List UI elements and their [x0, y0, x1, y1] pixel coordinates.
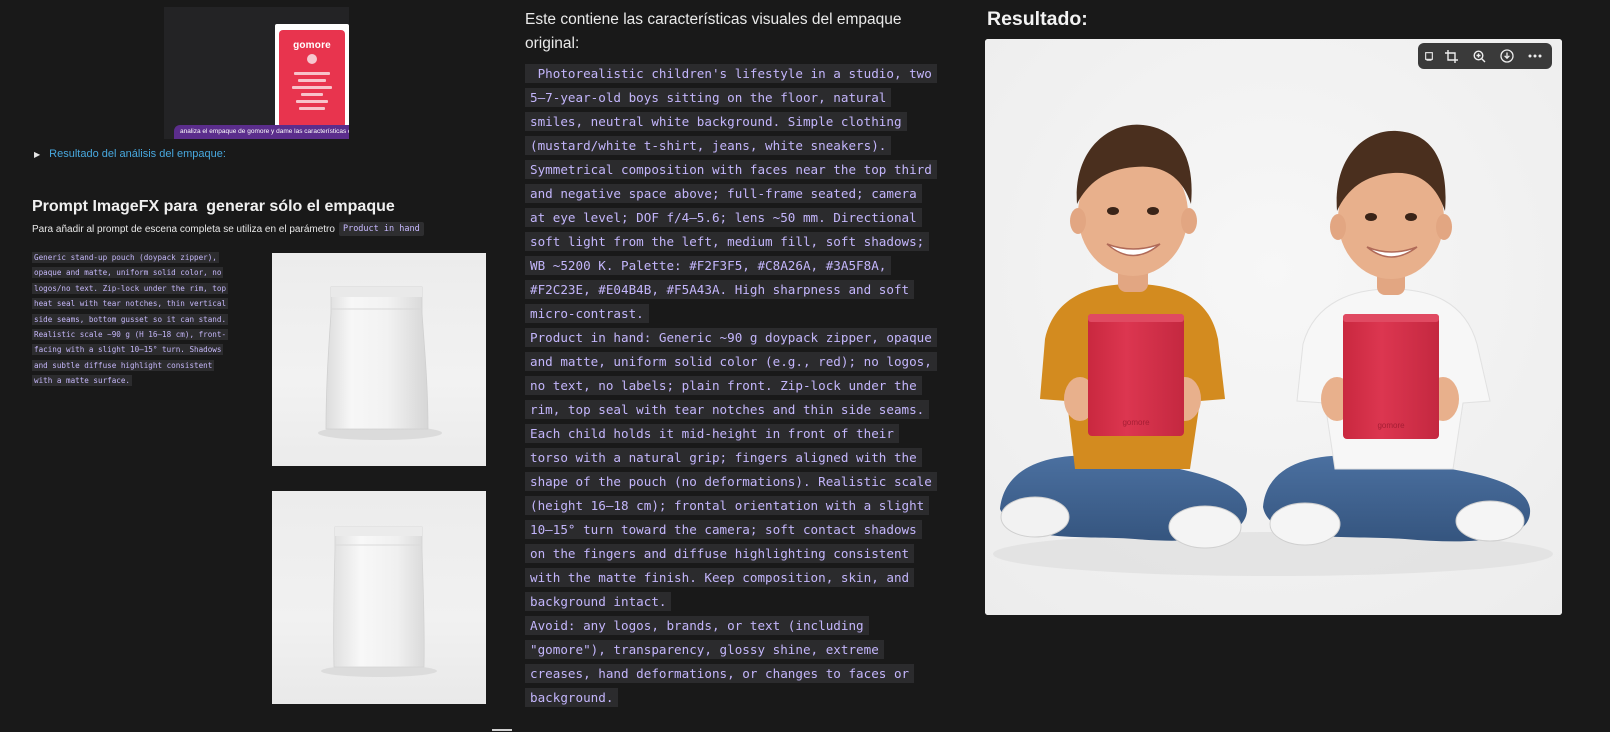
code-line: "gomore"), transparency, glossy shine, e… [525, 640, 884, 659]
code-line: WB ~5200 K. Palette: #F2F3F5, #C8A26A, #… [525, 256, 892, 275]
prompt-paragraph-product: Product in hand: Generic ~90 g doypack z… [525, 326, 945, 614]
code-line: (height 16–18 cm); frontal orientation w… [525, 496, 930, 515]
generated-pouch-image-2[interactable] [272, 491, 486, 704]
code-line: (mustard/white t-shirt, jeans, white sne… [525, 136, 892, 155]
code-line: heat seal with tear notches, thin vertic… [32, 298, 229, 310]
chat-image-thumbnail[interactable]: gomore analiza el empaque de gomore y da… [164, 7, 349, 139]
code-line: 5–7-year-old boys sitting on the floor, … [525, 88, 892, 107]
original-package-image: gomore [279, 30, 345, 126]
code-line: creases, hand deformations, or changes t… [525, 664, 915, 683]
generated-pouch-image-1[interactable] [272, 253, 486, 466]
code-line: Photorealistic children's lifestyle in a… [525, 64, 937, 83]
code-line: Each child holds it mid-height in front … [525, 424, 899, 443]
code-line: at eye level; DOF f/4–5.6; lens ~50 mm. … [525, 208, 922, 227]
package-brand-text: gomore [293, 40, 331, 51]
scene-prompt-code: Photorealistic children's lifestyle in a… [525, 62, 945, 710]
code-line: Product in hand: Generic ~90 g doypack z… [525, 328, 937, 347]
inline-code-param: Product in hand [338, 222, 424, 236]
code-line: #F2C23E, #E04B4B, #F5A43A. High sharpnes… [525, 280, 915, 299]
code-line: torso with a natural grip; fingers align… [525, 448, 922, 467]
code-line: no text, no labels; plain front. Zip-loc… [525, 376, 922, 395]
code-line: Realistic scale ~90 g (H 16–18 cm), fron… [32, 329, 229, 341]
code-line: and matte, uniform solid color (e.g., re… [525, 352, 937, 371]
middle-intro-text: Este contiene las características visual… [525, 11, 902, 52]
code-line: on the fingers and diffuse highlighting … [525, 544, 915, 563]
zoom-in-icon[interactable] [1468, 45, 1490, 67]
code-line: Symmetrical composition with faces near … [525, 160, 937, 179]
code-line: shape of the pouch (no deformations). Re… [525, 472, 937, 491]
code-line: with a matte surface. [32, 375, 133, 387]
code-line: soft light from the left, medium fill, s… [525, 232, 930, 251]
two-boys-holding-pouches-illustration: gomore gomore [985, 39, 1562, 615]
code-line: background. [525, 688, 619, 707]
package-logo-icon [307, 54, 317, 64]
thumbnail-caption: analiza el empaque de gomore y dame las … [174, 125, 349, 139]
package-label-lines [287, 68, 337, 118]
code-line: Generic stand-up pouch (doypack zipper), [32, 252, 219, 263]
pouch-brand-left: gomore [1122, 418, 1150, 427]
code-line: with the matte finish. Keep composition,… [525, 568, 915, 587]
code-line: rim, top seal with tear notches and thin… [525, 400, 930, 419]
code-line: facing with a slight 10–15° turn. Shadow… [32, 344, 224, 356]
code-line: 10–15° turn toward the camera; soft cont… [525, 520, 922, 539]
code-line: side seams, bottom gusset so it can stan… [32, 313, 229, 325]
more-icon[interactable] [1524, 45, 1546, 67]
subline-text: Para añadir al prompt de escena completa… [32, 223, 335, 235]
result-image[interactable]: gomore gomore [985, 39, 1562, 615]
code-line: Avoid: any logos, brands, or text (inclu… [525, 616, 869, 635]
details-summary-label: Resultado del análisis del empaque: [49, 148, 226, 160]
result-heading: Resultado: [987, 8, 1088, 30]
code-line: smiles, neutral white background. Simple… [525, 112, 907, 131]
white-pouch-2-illustration [321, 526, 437, 677]
prompt-paragraph-avoid: Avoid: any logos, brands, or text (inclu… [525, 614, 945, 710]
code-line: and subtle diffuse highlight consistent [32, 359, 215, 371]
disclosure-triangle-icon: ▶ [34, 149, 41, 159]
image-toolbar [1418, 43, 1552, 69]
prompt-paragraph-scene: Photorealistic children's lifestyle in a… [525, 62, 945, 326]
pouch-prompt-code: Generic stand-up pouch (doypack zipper),… [32, 250, 242, 389]
analysis-details-toggle[interactable]: ▶ Resultado del análisis del empaque: [34, 146, 226, 162]
product-photo: gomore [275, 24, 349, 129]
download-icon[interactable] [1496, 45, 1518, 67]
code-line: logos/no text. Zip-lock under the rim, t… [32, 282, 229, 294]
code-line: and negative space above; full-frame sea… [525, 184, 922, 203]
edit-icon[interactable] [1424, 45, 1434, 67]
white-pouch-1-illustration [318, 286, 442, 440]
code-line: background intact. [525, 592, 672, 611]
section-heading: Prompt ImageFX para generar sólo el empa… [32, 198, 395, 215]
code-line: micro-contrast. [525, 304, 649, 323]
crop-icon[interactable] [1440, 45, 1462, 67]
divider [492, 729, 512, 731]
code-line: opaque and matte, uniform solid color, n… [32, 267, 224, 279]
section-subline: Para añadir al prompt de escena completa… [32, 222, 424, 236]
pouch-brand-right: gomore [1377, 421, 1405, 430]
